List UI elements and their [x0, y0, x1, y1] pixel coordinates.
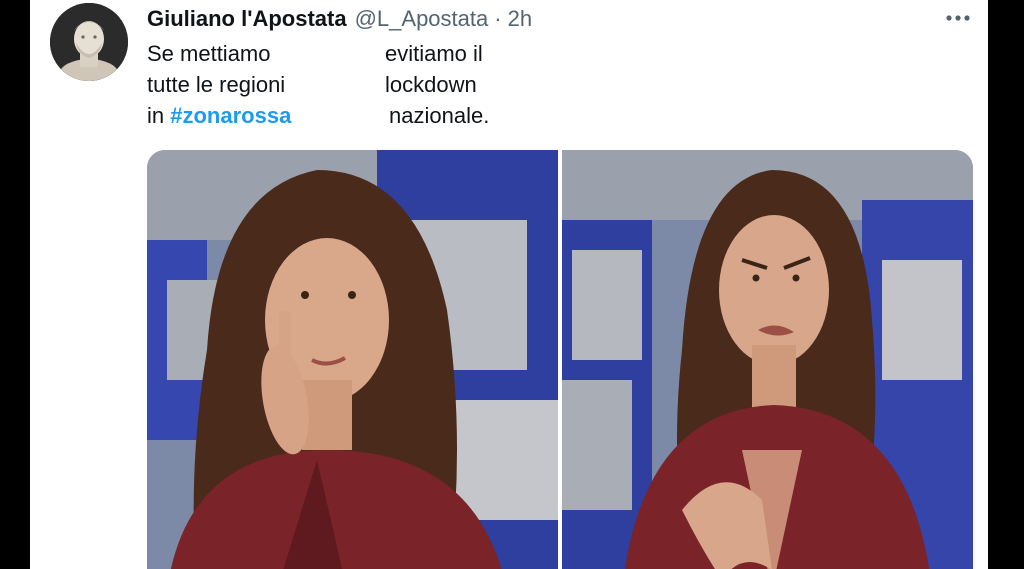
author-handle[interactable]: @L_Apostata	[355, 6, 489, 32]
tweet-photo-1[interactable]	[147, 150, 559, 569]
tweet-text-right: evitiamo il	[385, 41, 483, 66]
tweet-card[interactable]: Giuliano l'Apostata @L_Apostata · 2h Se …	[30, 0, 988, 569]
header-separator: ·	[494, 6, 502, 31]
more-options-button[interactable]	[940, 4, 976, 32]
avatar[interactable]	[50, 3, 128, 81]
author-name[interactable]: Giuliano l'Apostata	[147, 6, 347, 32]
bust-statue-avatar-icon	[50, 3, 128, 81]
tweet-media-grid	[147, 150, 973, 569]
photo-image	[147, 150, 558, 569]
tweet-photo-2[interactable]	[561, 150, 973, 569]
photo-image	[561, 150, 973, 569]
tweet-text-left: in #zonarossa	[147, 100, 291, 131]
tweet-text-right: nazionale.	[389, 103, 490, 128]
tweet-timestamp[interactable]: 2h	[508, 6, 532, 32]
more-horizontal-icon	[946, 15, 970, 21]
tweet-header: Giuliano l'Apostata @L_Apostata · 2h	[147, 6, 532, 32]
tweet-text-right: lockdown	[385, 72, 477, 97]
tweet-text-left: tutte le regioni	[147, 72, 286, 97]
tweet-text-left: Se mettiamo	[147, 41, 271, 66]
text-prefix: in	[147, 103, 171, 128]
hashtag-link[interactable]: #zonarossa	[170, 103, 291, 128]
